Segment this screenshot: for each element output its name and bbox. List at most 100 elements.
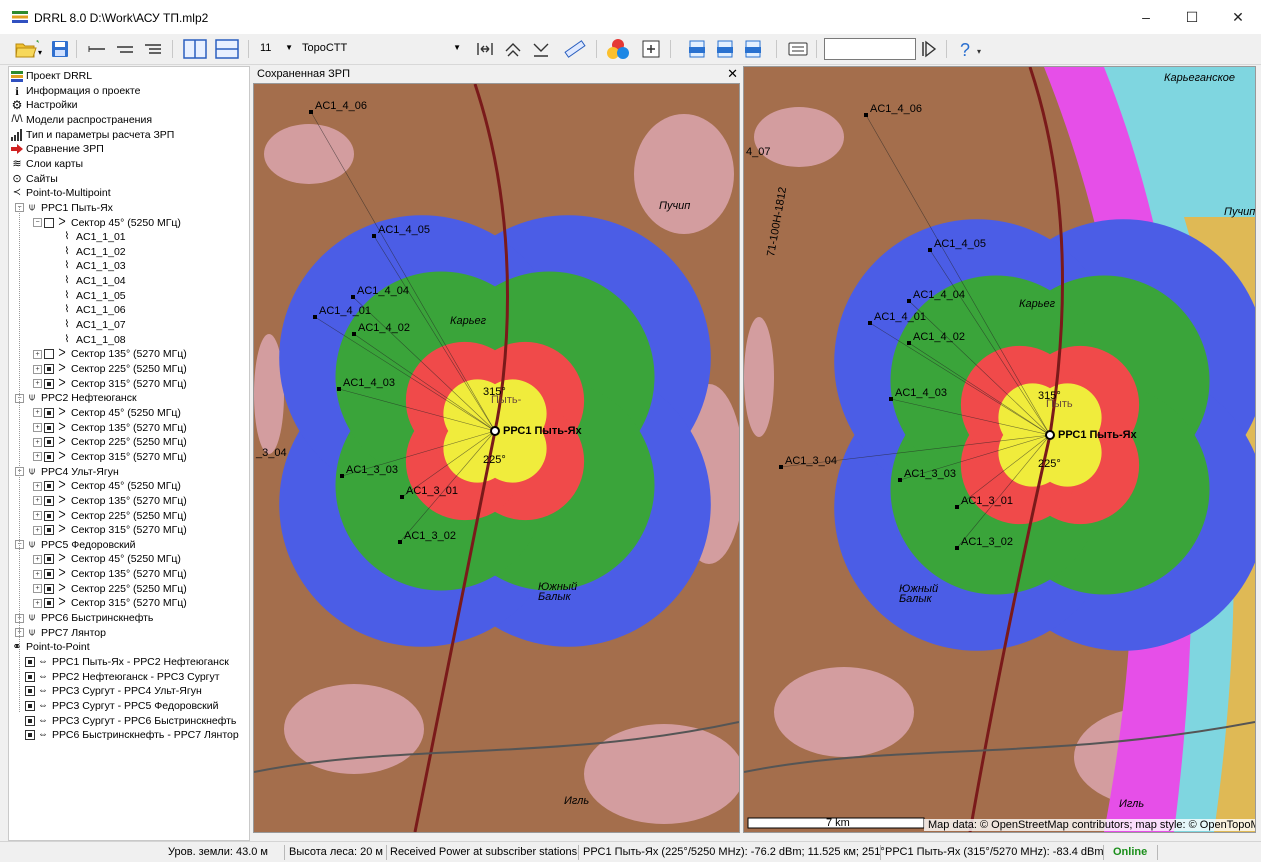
expand-toggle[interactable]: + [33,423,42,433]
tree-item[interactable]: ⇔ РРС6 Быстринскнефть - РРС7 Лянтор [25,728,239,742]
line-single-button[interactable] [86,38,108,60]
expand-toggle[interactable]: + [33,496,42,506]
tree-item[interactable]: Тип и параметры расчета ЗРП [11,128,174,142]
current-coverage-map[interactable]: AC1_4_06 AC1_4_05 AC1_4_04 AC1_4_01 AC1_4_02… [743,66,1256,833]
export-png-button[interactable] [714,38,736,60]
link-checkbox[interactable] [25,686,35,697]
tree-item[interactable]: − ⍦ РРС4 Ульт-Ягун [15,465,119,479]
tree-item[interactable]: + ᐳ Сектор 315° (5270 МГц) [33,450,187,464]
coverage-map-canvas[interactable]: AC1_4_06 AC1_4_05 AC1_4_04 AC1_4_01 AC1_4_02… [744,67,1255,832]
expand-toggle[interactable]: + [33,554,42,564]
tree-item[interactable]: Сравнение ЗРП [11,142,104,156]
expand-toggle[interactable]: + [33,408,42,418]
tree-item[interactable]: + ᐳ Сектор 225° (5250 МГц) [33,435,187,449]
expand-toggle[interactable]: + [33,598,42,608]
expand-toggle[interactable]: + [33,481,42,491]
tree-item[interactable]: ⊙ Сайты [11,172,57,186]
sector-checkbox[interactable] [44,349,54,360]
tree-item[interactable]: ⌇ AC1_1_08 [61,333,126,347]
expand-toggle[interactable]: + [33,569,42,579]
sector-checkbox[interactable] [44,569,54,580]
tree-item[interactable]: ⇔ РРС3 Сургут - РРС6 Быстринскнефть [25,714,236,728]
tree-item[interactable]: i Информация о проекте [11,84,140,98]
sector-checkbox[interactable] [44,598,54,609]
tree-item[interactable]: − ᐳ Сектор 45° (5250 МГц) [33,216,181,230]
line-double-button[interactable] [114,38,136,60]
tree-item[interactable]: − ⍦ РРС1 Пыть-Ях [15,201,113,215]
tree-item[interactable]: + ᐳ Сектор 225° (5250 МГц) [33,362,187,376]
add-window-button[interactable] [640,38,662,60]
tree-item[interactable]: + ᐳ Сектор 315° (5270 МГц) [33,377,187,391]
expand-toggle[interactable]: + [33,584,42,594]
help-button[interactable]: ? ▾ [956,38,990,60]
tree-item[interactable]: + ᐳ Сектор 225° (5250 МГц) [33,509,187,523]
tree-item[interactable]: + ⍦ РРС6 Быстринскнефть [15,611,153,625]
expand-toggle[interactable]: + [33,364,42,374]
link-checkbox[interactable] [25,671,35,682]
export-kml-button[interactable] [686,38,708,60]
tree-item[interactable]: ⌇ AC1_1_06 [61,303,126,317]
tree-item[interactable]: ⌇ AC1_1_01 [61,230,126,244]
link-checkbox[interactable] [25,657,35,667]
map-style-select[interactable]: TopoCTT ▼ [298,39,464,59]
tree-item[interactable]: + ᐳ Сектор 45° (5250 МГц) [33,479,181,493]
minimize-button[interactable]: – [1123,0,1169,34]
tree-item[interactable]: Проект DRRL [11,69,92,83]
tree-item[interactable]: + ᐳ Сектор 135° (5270 МГц) [33,494,187,508]
tree-item[interactable]: ⚭ Point-to-Point [11,640,89,654]
color-palette-button[interactable] [604,38,632,60]
go-button[interactable] [920,38,938,60]
saved-coverage-map[interactable]: AC1_4_06 AC1_4_05 AC1_4_04 AC1_4_01 AC1_4_02… [253,83,740,833]
expand-toggle[interactable]: + [33,437,42,447]
tree-item[interactable]: ⇔ РРС3 Сургут - РРС4 Ульт-Ягун [25,684,202,698]
tree-item[interactable]: + ᐳ Сектор 135° (5270 МГц) [33,567,187,581]
tree-item[interactable]: + ᐳ Сектор 315° (5270 МГц) [33,523,187,537]
tree-item[interactable]: ⌇ AC1_1_05 [61,289,126,303]
split-vertical-button[interactable] [182,38,208,60]
link-checkbox[interactable] [25,715,35,726]
expand-toggle[interactable]: + [33,511,42,520]
project-tree[interactable]: Проект DRRL i Информация о проекте ⚙ Настрой… [8,66,250,841]
device-button[interactable] [786,38,810,60]
maximize-button[interactable]: ☐ [1169,0,1215,34]
sector-checkbox[interactable] [44,451,54,462]
sector-checkbox[interactable] [44,422,54,433]
sector-checkbox[interactable] [44,495,54,506]
tree-item[interactable]: ⇔ РРС2 Нефтеюганск - РРС3 Сургут [25,670,220,684]
link-checkbox[interactable] [25,700,35,711]
tree-item[interactable]: + ᐳ Сектор 135° (5270 МГц) [33,347,187,361]
tree-item[interactable]: ⌇ AC1_1_03 [61,259,126,273]
tree-item[interactable]: ⌇ AC1_1_02 [61,245,126,259]
expand-toggle[interactable]: + [33,525,42,535]
export-html-button[interactable] [742,38,764,60]
zoom-level-select[interactable]: 11 ▼ [256,39,296,59]
profile-down-button[interactable] [530,38,552,60]
tree-item[interactable]: + ⍦ РРС7 Лянтор [15,626,106,640]
line-triple-button[interactable] [142,38,164,60]
tree-item[interactable]: ⚙ Настройки [11,98,78,112]
sector-checkbox[interactable] [44,510,54,521]
tree-item[interactable]: − ⍦ РРС5 Федоровский [15,538,136,552]
tree-item[interactable]: /\/\ Модели распространения [11,113,152,127]
open-folder-button[interactable]: ▾ [12,38,46,60]
sector-checkbox[interactable] [44,378,54,389]
tree-item[interactable]: ⌇ AC1_1_04 [61,274,126,288]
coverage-map-canvas[interactable]: AC1_4_06 AC1_4_05 AC1_4_04 AC1_4_01 AC1_4_02… [254,84,739,832]
tree-item[interactable]: + ᐳ Сектор 45° (5250 МГц) [33,552,181,566]
tree-item[interactable]: ⌇ AC1_1_07 [61,318,126,332]
tree-item[interactable]: ≺ Point-to-Multipoint [11,186,111,200]
expand-toggle[interactable]: + [33,349,42,359]
tree-item[interactable]: + ᐳ Сектор 135° (5270 МГц) [33,421,187,435]
close-button[interactable]: ✕ [1215,0,1261,34]
sector-checkbox[interactable] [44,481,54,492]
sector-checkbox[interactable] [44,583,54,594]
tree-item[interactable]: + ᐳ Сектор 315° (5270 МГц) [33,596,187,610]
fit-width-button[interactable] [474,38,496,60]
search-input[interactable] [824,38,916,60]
tree-item[interactable]: ≋ Слои карты [11,157,83,171]
sector-checkbox[interactable] [44,364,54,374]
tree-item[interactable]: ⇔ РРС1 Пыть-Ях - РРС2 Нефтеюганск [25,655,229,669]
sector-checkbox[interactable] [44,437,54,448]
panel-close-button[interactable]: ✕ [727,66,738,82]
expand-toggle[interactable]: + [33,452,42,462]
